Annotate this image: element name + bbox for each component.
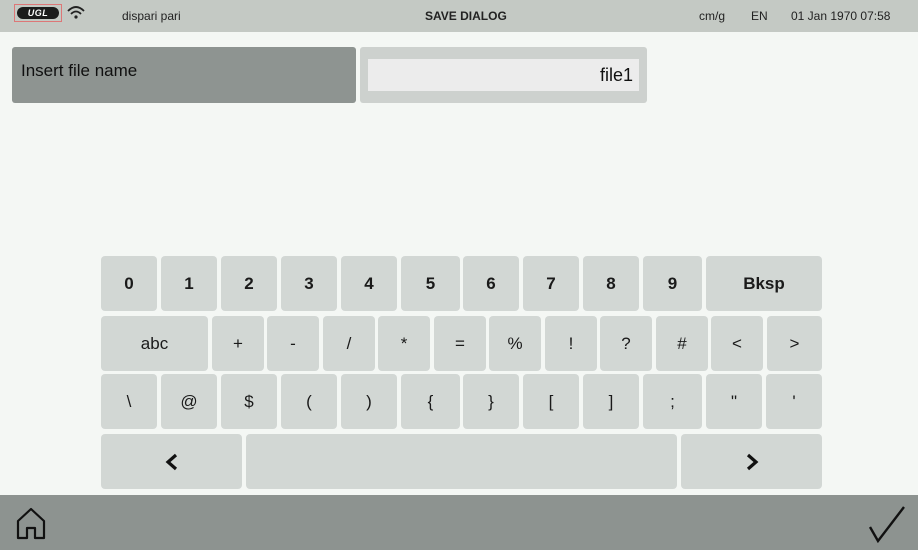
key-close-brace[interactable]: } [463,374,519,429]
datetime-display: 01 Jan 1970 07:58 [791,9,891,23]
checkmark-icon[interactable] [866,503,906,543]
cursor-left-key[interactable] [101,434,242,489]
key-greater-than[interactable]: > [767,316,822,371]
chevron-right-icon [746,453,758,470]
key-close-bracket[interactable]: ] [583,374,639,429]
key-4[interactable]: 4 [341,256,397,311]
key-double-quote[interactable]: " [706,374,762,429]
key-5[interactable]: 5 [401,256,460,311]
brand-logo: UGL [14,4,62,22]
logo-text: UGL [17,7,59,19]
key-minus[interactable]: - [267,316,319,371]
wifi-icon [67,6,85,19]
key-abc[interactable]: abc [101,316,208,371]
key-8[interactable]: 8 [583,256,639,311]
key-backslash[interactable]: \ [101,374,157,429]
backspace-key[interactable]: Bksp [706,256,822,311]
key-dollar[interactable]: $ [221,374,277,429]
space-key[interactable] [246,434,677,489]
file-name-input[interactable] [368,59,639,91]
key-6[interactable]: 6 [463,256,519,311]
key-hash[interactable]: # [656,316,708,371]
key-7[interactable]: 7 [523,256,579,311]
key-asterisk[interactable]: * [378,316,430,371]
home-icon[interactable] [14,505,48,541]
key-question[interactable]: ? [600,316,652,371]
status-bar: UGL dispari pari SAVE DIALOG cm/g EN 01 … [0,0,918,32]
file-name-field-container [360,47,647,103]
key-open-brace[interactable]: { [401,374,460,429]
key-open-bracket[interactable]: [ [523,374,579,429]
file-name-label: Insert file name [12,47,356,103]
key-plus[interactable]: + [212,316,264,371]
key-less-than[interactable]: < [711,316,763,371]
chevron-left-icon [165,453,177,470]
key-9[interactable]: 9 [643,256,702,311]
key-open-paren[interactable]: ( [281,374,337,429]
key-slash[interactable]: / [323,316,375,371]
key-close-paren[interactable]: ) [341,374,397,429]
key-percent[interactable]: % [489,316,541,371]
key-single-quote[interactable]: ' [766,374,822,429]
page-title: SAVE DIALOG [425,9,507,23]
key-equals[interactable]: = [434,316,486,371]
key-semicolon[interactable]: ; [643,374,702,429]
cursor-right-key[interactable] [681,434,822,489]
mode-indicator: dispari pari [122,9,181,23]
key-at[interactable]: @ [161,374,217,429]
units-indicator: cm/g [699,9,726,23]
key-3[interactable]: 3 [281,256,337,311]
key-2[interactable]: 2 [221,256,277,311]
key-0[interactable]: 0 [101,256,157,311]
language-indicator: EN [751,9,768,23]
key-exclamation[interactable]: ! [545,316,597,371]
key-1[interactable]: 1 [161,256,217,311]
bottom-toolbar [0,495,918,550]
